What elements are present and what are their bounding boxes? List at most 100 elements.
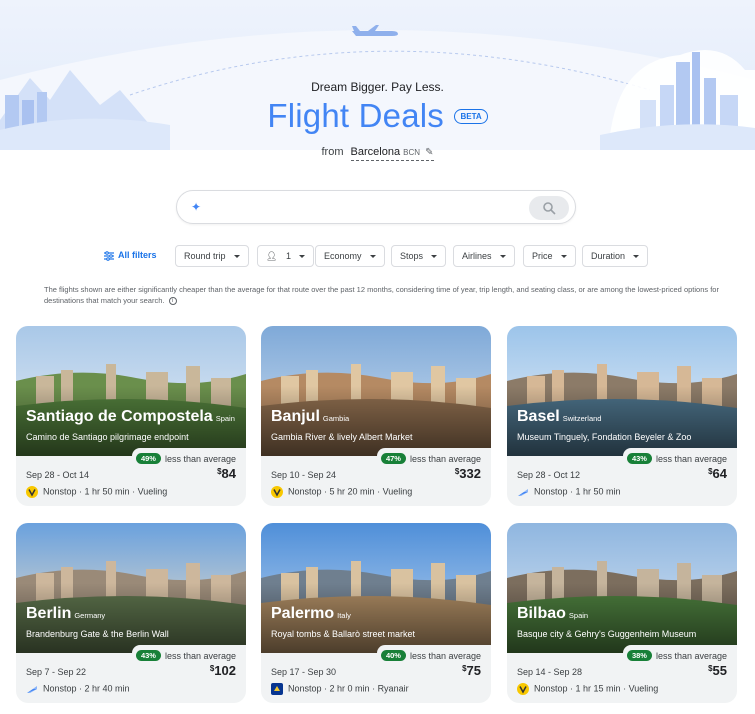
flight-duration: 1 hr 50 min (575, 486, 621, 497)
destination-city: Basel Switzerland (517, 408, 602, 425)
search-button[interactable] (529, 196, 569, 220)
airline-logo-icon (27, 686, 37, 693)
flight-duration: 1 hr 15 min (575, 683, 621, 694)
flight-info: Nonstop · 1 hr 50 min · Vueling (26, 486, 167, 498)
airline-name: Vueling (137, 486, 168, 497)
destination-description: Camino de Santiago pilgrimage endpoint (26, 432, 189, 442)
savings-label: less than average (409, 453, 481, 464)
savings-label: less than average (655, 453, 727, 464)
chevron-down-icon (233, 255, 240, 259)
flight-info: Nonstop · 1 hr 50 min (517, 486, 621, 498)
passengers-dropdown[interactable]: 👤︎ 1 (257, 245, 314, 267)
stops-dropdown[interactable]: Stops (391, 245, 447, 267)
vueling-logo-icon (26, 486, 38, 498)
sparkle-icon: ✦ (191, 200, 202, 214)
savings-badge: 47% less than average (376, 448, 491, 465)
price: $332 (454, 466, 481, 481)
destination-country: Italy (337, 611, 351, 620)
savings-percent: 40% (380, 650, 406, 662)
chevron-down-icon (431, 255, 438, 259)
flight-duration: 2 hr 0 min (329, 683, 370, 694)
destination-city: Santiago de Compostela Spain (26, 408, 235, 425)
price-dropdown[interactable]: Price (523, 245, 576, 267)
destination-city: Palermo Italy (271, 605, 351, 622)
deal-card[interactable]: Banjul Gambia Gambia River & lively Alber… (261, 326, 491, 506)
deal-card[interactable]: Palermo Italy Royal tombs & Ballarò stree… (261, 523, 491, 703)
chevron-down-icon (560, 255, 567, 259)
destination-description: Gambia River & lively Albert Market (271, 432, 413, 442)
destination-description: Basque city & Gehry's Guggenheim Museum (517, 629, 697, 639)
info-icon[interactable]: i (168, 297, 177, 306)
origin-city: Barcelona (350, 146, 401, 158)
savings-label: less than average (655, 650, 727, 661)
search-icon (543, 202, 556, 215)
vueling-logo-icon (517, 683, 529, 695)
vueling-logo-icon (271, 486, 283, 498)
destination-country: Spain (215, 414, 235, 423)
filters-icon (104, 250, 114, 261)
cabin-class-dropdown[interactable]: Economy (315, 245, 385, 267)
page-title: Flight Deals (267, 97, 444, 134)
duration-dropdown[interactable]: Duration (582, 245, 649, 267)
trip-dates: Sep 28 - Oct 12 (517, 470, 581, 480)
trip-dates: Sep 17 - Sep 30 (271, 667, 337, 677)
search-bar[interactable]: ✦ (176, 190, 576, 224)
origin-selector-row: from Barcelona BCN ✎ (0, 146, 755, 161)
destination-description: Royal tombs & Ballarò street market (271, 629, 416, 639)
deal-card[interactable]: Bilbao Spain Basque city & Gehry's Guggen… (507, 523, 737, 703)
all-filters-button[interactable]: All filters (104, 245, 157, 267)
destination-city: Berlin Germany (26, 605, 106, 622)
stops: Nonstop (288, 683, 322, 694)
destination-country: Gambia (322, 414, 350, 423)
price: $75 (462, 663, 481, 678)
savings-percent: 47% (380, 453, 406, 465)
disclaimer: The flights shown are either significant… (44, 285, 719, 306)
savings-percent: 43% (626, 453, 652, 465)
trip-dates: Sep 14 - Sep 28 (517, 667, 583, 677)
destination-country: Switzerland (562, 414, 602, 423)
tagline: Dream Bigger. Pay Less. (311, 80, 444, 94)
flight-duration: 5 hr 20 min (329, 486, 375, 497)
trip-dates: Sep 28 - Oct 14 (26, 470, 90, 480)
flight-info: Nonstop · 2 hr 0 min · Ryanair (271, 683, 409, 695)
chevron-down-icon (499, 255, 506, 259)
savings-badge: 43% less than average (131, 645, 246, 662)
flight-info: Nonstop · 5 hr 20 min · Vueling (271, 486, 412, 498)
stops: Nonstop (534, 683, 568, 694)
chevron-down-icon (369, 255, 376, 259)
savings-label: less than average (409, 650, 481, 661)
trip-dates: Sep 7 - Sep 22 (26, 667, 87, 677)
airline-name: Vueling (382, 486, 413, 497)
trip-type-dropdown[interactable]: Round trip (175, 245, 249, 267)
savings-percent: 38% (626, 650, 652, 662)
destination-city: Banjul Gambia (271, 408, 350, 425)
origin-code: BCN (403, 148, 421, 157)
stops: Nonstop (43, 683, 77, 694)
price: $84 (217, 466, 236, 481)
origin-selector[interactable]: Barcelona BCN ✎ (350, 146, 434, 161)
destination-country: Spain (568, 611, 589, 620)
airline-name: Ryanair (377, 683, 409, 694)
stops: Nonstop (534, 486, 568, 497)
deal-card[interactable]: Berlin Germany Brandenburg Gate & the Ber… (16, 523, 246, 703)
flight-duration: 2 hr 40 min (84, 683, 130, 694)
beta-badge: BETA (454, 108, 488, 124)
flight-duration: 1 hr 50 min (84, 486, 130, 497)
destination-description: Brandenburg Gate & the Berlin Wall (26, 629, 169, 639)
airline-logo-icon (518, 489, 528, 496)
deal-card[interactable]: Basel Switzerland Museum Tinguely, Fondat… (507, 326, 737, 506)
from-label: from (321, 146, 344, 158)
flight-info: Nonstop · 1 hr 15 min · Vueling (517, 683, 658, 695)
savings-percent: 43% (135, 650, 161, 662)
savings-badge: 40% less than average (376, 645, 491, 662)
airlines-dropdown[interactable]: Airlines (453, 245, 515, 267)
price: $55 (708, 663, 727, 678)
savings-label: less than average (164, 650, 236, 661)
ryanair-logo-icon (271, 683, 283, 695)
airline-name: Vueling (628, 683, 659, 694)
stops: Nonstop (288, 486, 322, 497)
savings-badge: 49% less than average (131, 448, 246, 465)
deal-card[interactable]: Santiago de Compostela Spain Camino de Sa… (16, 326, 246, 506)
destination-country: Germany (74, 611, 106, 620)
person-icon: 👤︎ (266, 251, 278, 261)
